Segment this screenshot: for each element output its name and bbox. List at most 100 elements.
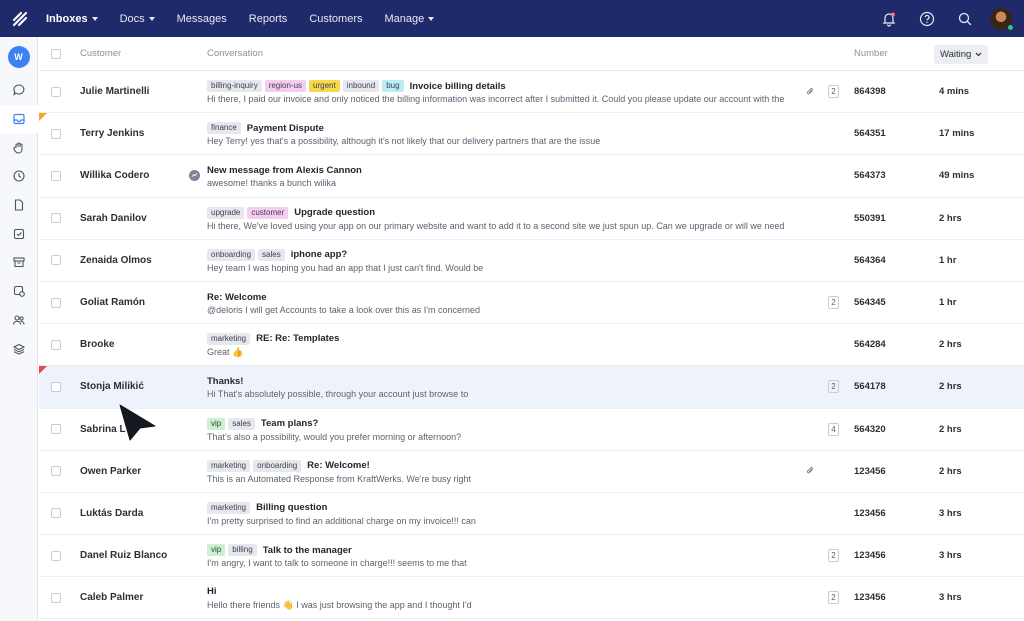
tag-badge[interactable]: urgent <box>309 80 340 93</box>
table-row[interactable]: Willika Codero New message from Alexis Ca… <box>39 155 1024 198</box>
tag-badge[interactable]: billing <box>228 544 257 557</box>
row-checkbox[interactable] <box>51 170 61 181</box>
tag-badge[interactable]: marketing <box>207 332 251 345</box>
nav-item-inboxes[interactable]: Inboxes <box>46 13 98 25</box>
tag-badge[interactable]: billing-inquiry <box>207 80 262 93</box>
check-doc-icon[interactable] <box>0 219 38 248</box>
conversation-cell[interactable]: onboarding sales iphone app? Hey team I was… <box>207 248 801 273</box>
table-row[interactable]: Luktás Darda marketing Billing question I'm… <box>39 493 1024 536</box>
conversation-cell[interactable]: vip sales Team plans? That's also a possibi… <box>207 417 801 442</box>
tag-badge[interactable]: customer <box>247 206 289 219</box>
customer-name[interactable]: Sarah Danilov <box>80 213 147 224</box>
tag-badge[interactable]: onboarding <box>207 248 256 261</box>
nav-item-customers[interactable]: Customers <box>309 13 362 25</box>
row-checkbox[interactable] <box>51 466 61 477</box>
clock-icon[interactable] <box>0 162 38 191</box>
customer-name[interactable]: Julie Martinelli <box>80 86 149 97</box>
nav-item-docs[interactable]: Docs <box>120 13 155 25</box>
archive-icon[interactable] <box>0 248 38 277</box>
conversation-cell[interactable]: marketing onboarding Re: Welcome! This is a… <box>207 459 801 484</box>
row-checkbox[interactable] <box>51 213 61 224</box>
row-checkbox[interactable] <box>51 297 61 308</box>
column-header-number[interactable]: Number <box>854 48 888 59</box>
row-checkbox[interactable] <box>51 424 61 435</box>
row-checkbox[interactable] <box>51 508 61 519</box>
conversation-cell[interactable]: finance Payment Dispute Hey Terry! yes tha… <box>207 121 801 146</box>
table-row[interactable]: Owen Parker marketing onboarding Re: Welcom… <box>39 451 1024 493</box>
nav-item-messages[interactable]: Messages <box>177 13 227 25</box>
row-checkbox[interactable] <box>51 128 61 139</box>
waiting-time: 4 mins <box>939 86 970 98</box>
sort-waiting-button[interactable]: Waiting <box>934 45 989 64</box>
conversation-cell[interactable]: billing-inquiry region-us urgent inbound bug… <box>207 79 801 104</box>
tag-badge[interactable]: inbound <box>342 80 380 93</box>
waiting-time: 3 hrs <box>939 592 962 604</box>
tag-badge[interactable]: onboarding <box>253 459 302 472</box>
tag-badge[interactable]: region-us <box>264 80 307 93</box>
tag-badge[interactable]: marketing <box>207 459 251 472</box>
row-checkbox[interactable] <box>51 86 61 97</box>
layers-icon[interactable] <box>0 334 38 363</box>
customer-name[interactable]: Luktás Darda <box>80 508 143 519</box>
inbox-icon[interactable] <box>0 104 38 134</box>
customer-name[interactable]: Owen Parker <box>80 466 141 477</box>
conversation-cell[interactable]: marketing Billing question I'm pretty surp… <box>207 501 801 526</box>
conversation-cell[interactable]: Re: Welcome @deloris I will get Accounts … <box>207 290 801 316</box>
search-check-icon[interactable] <box>0 277 38 306</box>
table-row[interactable]: Terry Jenkins finance Payment Dispute Hey T… <box>39 113 1024 156</box>
conversation-cell[interactable]: upgrade customer Upgrade question Hi there,… <box>207 206 801 231</box>
table-row[interactable]: Stonja Milikić Thanks! Hi That's absolutel… <box>39 366 1024 409</box>
table-row[interactable]: Zenaida Olmos onboarding sales iphone app? H… <box>39 240 1024 282</box>
table-row[interactable]: Sabrina Lvip sales Team plans? That's also … <box>39 409 1024 451</box>
tag-badge[interactable]: sales <box>228 417 255 430</box>
table-row[interactable]: Goliat Ramón Re: Welcome @deloris I will g… <box>39 282 1024 325</box>
customer-name[interactable]: Terry Jenkins <box>80 128 144 139</box>
help-icon[interactable] <box>908 0 946 37</box>
chat-icon[interactable] <box>0 76 38 105</box>
nav-item-manage[interactable]: Manage <box>385 13 435 25</box>
app-logo-icon[interactable] <box>0 0 40 37</box>
notifications-bell-icon[interactable] <box>870 0 908 37</box>
tag-badge[interactable]: upgrade <box>207 206 245 219</box>
tag-badge[interactable]: vip <box>207 417 226 430</box>
tag-badge[interactable]: bug <box>382 80 404 93</box>
table-row[interactable]: Sarah Danilov upgrade customer Upgrade ques… <box>39 198 1024 240</box>
table-row[interactable]: Julie Martinelli billing-inquiry region-us… <box>39 71 1024 114</box>
conversation-cell[interactable]: vip billing Talk to the manager I'm angry, … <box>207 543 801 568</box>
table-row[interactable]: Danel Ruiz Blanco vip billing Talk to the m… <box>39 535 1024 578</box>
nav-item-reports[interactable]: Reports <box>249 13 288 25</box>
user-avatar[interactable] <box>990 7 1014 31</box>
row-checkbox[interactable] <box>51 592 61 603</box>
workspace-badge[interactable]: W <box>7 46 30 68</box>
conversation-cell[interactable]: marketing RE: Re: Templates Great 👍 <box>207 332 801 358</box>
customer-name[interactable]: Danel Ruiz Blanco <box>80 550 167 561</box>
customer-name[interactable]: Zenaida Olmos <box>80 255 152 266</box>
customer-name[interactable]: Willika Codero <box>80 170 149 181</box>
conversation-cell[interactable]: Hi Hello there friends 👋 I was just brows… <box>207 585 801 611</box>
row-checkbox[interactable] <box>51 255 61 266</box>
customer-name[interactable]: Brooke <box>80 339 114 350</box>
select-all-checkbox[interactable] <box>51 48 61 59</box>
row-checkbox[interactable] <box>51 339 61 350</box>
conversation-preview: I'm angry, I want to talk to someone in … <box>207 558 467 569</box>
document-icon[interactable] <box>0 191 38 220</box>
table-row[interactable]: Brooke marketing RE: Re: Templates Great 👍 5… <box>39 324 1024 367</box>
tag-badge[interactable]: marketing <box>207 501 251 514</box>
users-icon[interactable] <box>0 306 38 335</box>
table-row[interactable]: Caleb Palmer Hi Hello there friends 👋 I wa… <box>39 577 1024 620</box>
tag-badge[interactable]: vip <box>207 544 226 557</box>
customer-name[interactable]: Stonja Milikić <box>80 381 144 392</box>
conversation-cell[interactable]: Thanks! Hi That's absolutely possible, th… <box>207 374 801 400</box>
column-header-conversation[interactable]: Conversation <box>207 48 263 59</box>
customer-name[interactable]: Goliat Ramón <box>80 297 145 308</box>
conversation-subject: Invoice billing details <box>409 80 506 92</box>
row-checkbox[interactable] <box>51 550 61 561</box>
tag-badge[interactable]: sales <box>258 248 285 261</box>
conversation-cell[interactable]: New message from Alexis Cannon awesome! t… <box>207 163 801 189</box>
tag-badge[interactable]: finance <box>207 122 241 135</box>
column-header-customer[interactable]: Customer <box>80 48 121 59</box>
row-checkbox[interactable] <box>51 381 61 392</box>
search-icon[interactable] <box>946 0 984 37</box>
customer-name[interactable]: Caleb Palmer <box>80 592 143 603</box>
hand-icon[interactable] <box>0 133 38 162</box>
